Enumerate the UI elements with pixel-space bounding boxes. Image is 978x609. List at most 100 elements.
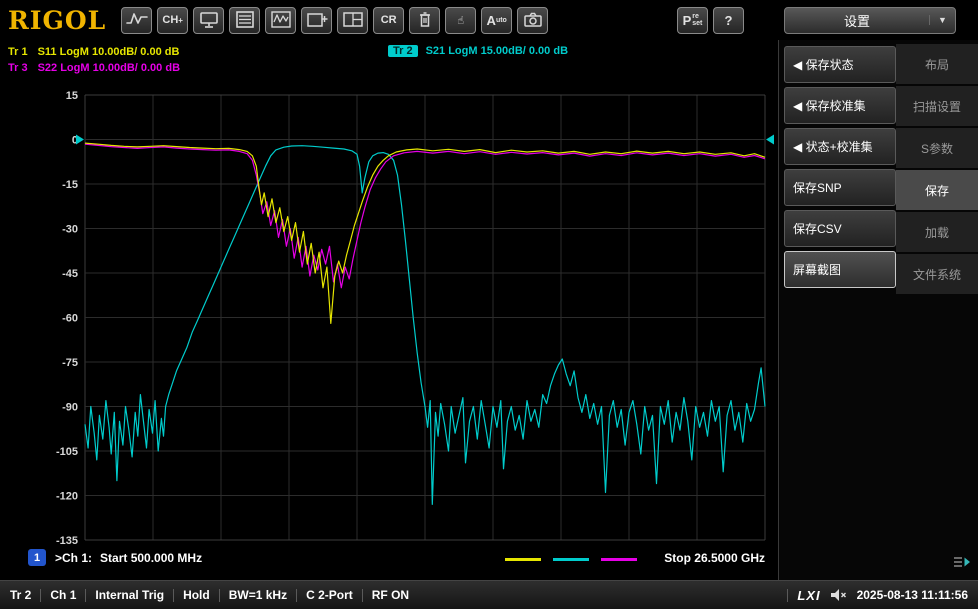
measure-icon-button[interactable] bbox=[121, 6, 153, 34]
tab-sweep-setup[interactable]: 扫描设置 bbox=[896, 86, 978, 126]
status-bar: Tr 2 Ch 1 Internal Trig Hold BW=1 kHz C … bbox=[0, 580, 978, 609]
auto-button[interactable]: Auto bbox=[481, 6, 513, 34]
trace-legend bbox=[505, 558, 637, 561]
display-icon bbox=[199, 12, 218, 28]
trace3-label[interactable]: Tr 3 S22 LogM 10.00dB/ 0.00 dB bbox=[8, 62, 180, 74]
tab-s-params[interactable]: S参数 bbox=[896, 128, 978, 168]
meas-list-icon bbox=[235, 11, 254, 28]
chart-footer: 1 >Ch 1: Start 500.000 MHz Stop 26.5000 … bbox=[0, 545, 778, 577]
settings-dropdown[interactable]: 设置 ▼ bbox=[784, 6, 956, 34]
trace-icon bbox=[270, 11, 291, 28]
trace2-name: Tr 2 bbox=[388, 45, 418, 57]
trace3-detail: S22 LogM 10.00dB/ 0.00 dB bbox=[37, 62, 181, 74]
menu-collapse-button[interactable] bbox=[952, 554, 972, 575]
tab-file-system[interactable]: 文件系统 bbox=[896, 254, 978, 294]
lxi-indicator: LXI bbox=[797, 587, 821, 603]
status-cal-status: C 2-Port bbox=[306, 588, 353, 602]
tab-column: 布局 扫描设置 S参数 保存 加载 文件系统 bbox=[896, 44, 978, 296]
status-divider bbox=[218, 588, 220, 602]
menu-item-save-calset[interactable]: ◀ 保存校准集 bbox=[784, 87, 896, 124]
status-divider bbox=[361, 588, 363, 602]
status-divider bbox=[85, 588, 87, 602]
channel-box[interactable]: 1 bbox=[28, 549, 46, 566]
menu-collapse-icon bbox=[954, 557, 970, 567]
svg-text:-75: -75 bbox=[62, 357, 78, 369]
camera-icon bbox=[523, 12, 542, 27]
preset-label-stack: re set bbox=[692, 13, 702, 27]
menu-item-state-calset[interactable]: ◀ 状态+校准集 bbox=[784, 128, 896, 165]
settings-dropdown-title: 设置 bbox=[843, 13, 870, 29]
speaker-mute-icon bbox=[830, 589, 846, 601]
preset-label-main: P bbox=[682, 12, 692, 28]
trace2-label[interactable]: Tr 2 S21 LogM 15.00dB/ 0.00 dB bbox=[388, 45, 568, 57]
svg-text:-90: -90 bbox=[62, 402, 78, 414]
screenshot-button[interactable] bbox=[517, 6, 549, 34]
status-divider bbox=[173, 588, 175, 602]
svg-text:-60: -60 bbox=[62, 313, 78, 325]
channel-add-button[interactable]: CH + bbox=[157, 6, 189, 34]
svg-text:0: 0 bbox=[72, 135, 78, 147]
menu-item-screenshot[interactable]: 屏幕截图 bbox=[784, 251, 896, 288]
top-toolbar: RIGOL CH + CR ☝ A uto P re set ? 设置 ▼ bbox=[0, 0, 978, 40]
window-add-icon bbox=[306, 13, 328, 27]
vna-screen: RIGOL CH + CR ☝ A uto P re set ? 设置 ▼ 15… bbox=[0, 0, 978, 609]
measure-icon bbox=[125, 13, 148, 24]
menu-column: ◀ 保存状态 ◀ 保存校准集 ◀ 状态+校准集 保存SNP 保存CSV 屏幕截图 bbox=[784, 46, 896, 292]
legend-line-s22 bbox=[601, 558, 637, 561]
x-start-label: Start 500.000 MHz bbox=[100, 551, 203, 565]
side-panel: ◀ 保存状态 ◀ 保存校准集 ◀ 状态+校准集 保存SNP 保存CSV 屏幕截图… bbox=[778, 40, 978, 580]
status-divider bbox=[787, 588, 789, 602]
status-divider bbox=[296, 588, 298, 602]
svg-text:-120: -120 bbox=[56, 491, 78, 503]
svg-text:-30: -30 bbox=[62, 224, 78, 236]
preset-button[interactable]: P re set bbox=[677, 6, 708, 34]
auto-label-main: A bbox=[486, 12, 496, 28]
cr-button[interactable]: CR bbox=[373, 6, 405, 34]
status-active-trace: Tr 2 bbox=[10, 588, 32, 602]
trash-icon bbox=[419, 12, 430, 27]
chevron-down-icon: ▼ bbox=[929, 15, 955, 25]
trace1-label[interactable]: Tr 1 S11 LogM 10.00dB/ 0.00 dB bbox=[8, 46, 179, 58]
status-sweep-hold: Hold bbox=[183, 588, 210, 602]
tab-layout[interactable]: 布局 bbox=[896, 44, 978, 84]
x-axis-start-group: >Ch 1: Start 500.000 MHz bbox=[55, 551, 202, 565]
layout-button[interactable] bbox=[337, 6, 369, 34]
legend-line-s21 bbox=[553, 558, 589, 561]
menu-item-save-csv[interactable]: 保存CSV bbox=[784, 210, 896, 247]
touch-icon: ☝ bbox=[457, 14, 465, 27]
trace3-name: Tr 3 bbox=[8, 62, 28, 74]
trace-button[interactable] bbox=[265, 6, 297, 34]
svg-text:15: 15 bbox=[66, 90, 78, 102]
help-label: ? bbox=[724, 12, 733, 28]
touch-button[interactable]: ☝ bbox=[445, 6, 477, 34]
channel-label: >Ch 1: bbox=[55, 551, 93, 565]
status-if-bandwidth: BW=1 kHz bbox=[228, 588, 288, 602]
help-button[interactable]: ? bbox=[713, 6, 744, 34]
clock: 2025-08-13 11:11:56 bbox=[856, 588, 968, 602]
preset-label-top: re bbox=[692, 13, 699, 20]
tab-save[interactable]: 保存 bbox=[896, 170, 978, 210]
display-button[interactable] bbox=[193, 6, 225, 34]
menu-item-save-state[interactable]: ◀ 保存状态 bbox=[784, 46, 896, 83]
chart-region: 15 0 -15 -30 -45 -60 -75 -90 -105 -120 -135 Tr 1 S… bbox=[0, 40, 778, 580]
trace1-name: Tr 1 bbox=[8, 46, 28, 58]
rigol-logo: RIGOL bbox=[8, 5, 107, 35]
trace1-detail: S11 LogM 10.00dB/ 0.00 dB bbox=[37, 46, 180, 58]
preset-label-bottom: set bbox=[692, 20, 703, 27]
svg-text:-105: -105 bbox=[56, 446, 78, 458]
cr-label: CR bbox=[380, 14, 397, 26]
svg-text:-45: -45 bbox=[62, 268, 78, 280]
meas-list-button[interactable] bbox=[229, 6, 261, 34]
status-divider bbox=[40, 588, 42, 602]
legend-line-s11 bbox=[505, 558, 541, 561]
status-active-channel: Ch 1 bbox=[50, 588, 77, 602]
status-trigger: Internal Trig bbox=[95, 588, 165, 602]
auto-label-rest: uto bbox=[495, 16, 507, 24]
menu-item-save-snp[interactable]: 保存SNP bbox=[784, 169, 896, 206]
main-area: 15 0 -15 -30 -45 -60 -75 -90 -105 -120 -135 Tr 1 S… bbox=[0, 40, 978, 580]
x-stop-label: Stop 26.5000 GHz bbox=[664, 551, 765, 565]
window-add-button[interactable] bbox=[301, 6, 333, 34]
delete-button[interactable] bbox=[409, 6, 441, 34]
tab-load[interactable]: 加载 bbox=[896, 212, 978, 252]
plot-area: 150-15-30-45-60-75-90-105-120-135 bbox=[56, 90, 774, 547]
